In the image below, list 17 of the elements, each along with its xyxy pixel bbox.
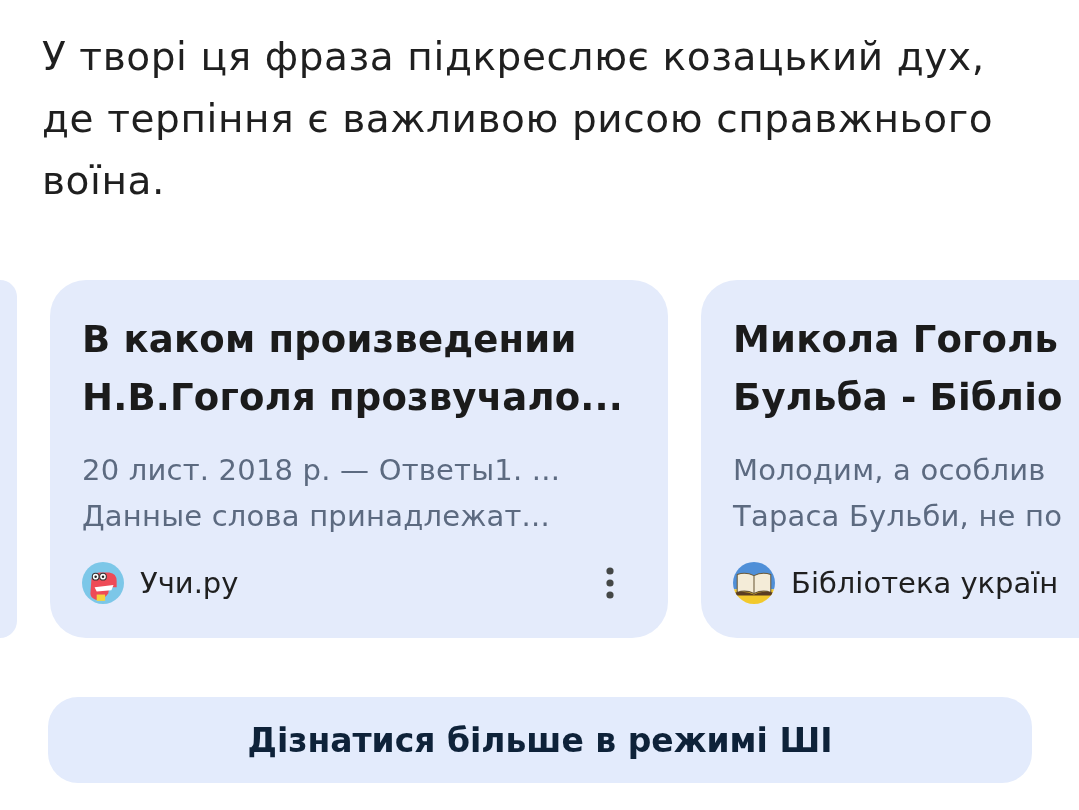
learn-more-button[interactable]: Дізнатися більше в режимі ШІ (48, 697, 1032, 783)
card-snippet: Данные слова принадлежат... (82, 498, 550, 535)
card-title[interactable]: Бульба - Бібліо (733, 369, 1063, 427)
result-card[interactable]: Микола Гоголь Бульба - Бібліо Молодим, а особлив Тараса Бульби, не по Бібліотека україн (701, 280, 1079, 638)
card-title[interactable]: Н.В.Гоголя прозвучало... (82, 369, 624, 427)
dinosaur-icon (82, 562, 124, 604)
card-snippet: 20 лист. 2018 р. — Ответы1. ... (82, 452, 561, 489)
answer-paragraph: У творі ця фраза підкреслює козацький дух, де терпіння є важливою рисою справжнього воїна. (41, 33, 995, 205)
card-snippet: Молодим, а особлив (733, 452, 1046, 489)
card-title[interactable]: В каком произведении (82, 311, 577, 369)
source-name[interactable]: Учи.ру (140, 566, 239, 600)
source-name[interactable]: Бібліотека україн (791, 566, 1059, 600)
book-icon (733, 562, 775, 604)
result-card[interactable]: В каком произведении Н.В.Гоголя прозвучало... 20 лист. 2018 р. — Ответы1. ... Данные слова принадлежат... Учи.ру (50, 280, 668, 638)
card-title[interactable]: Микола Гоголь (733, 311, 1059, 369)
card-snippet: Тараса Бульби, не по (733, 498, 1063, 535)
more-options-icon[interactable] (606, 567, 614, 599)
